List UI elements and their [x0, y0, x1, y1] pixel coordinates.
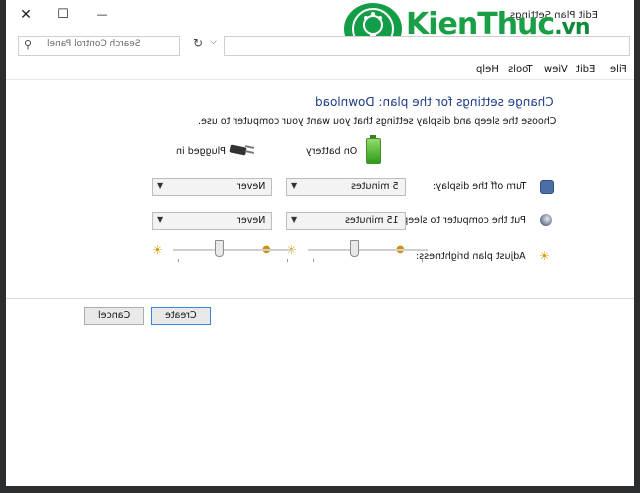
brightness-icon: ☀	[539, 249, 550, 263]
maximize-button[interactable]: ☐	[53, 6, 73, 24]
brightness-battery-thumb[interactable]	[350, 240, 359, 257]
menu-file[interactable]: File	[610, 64, 627, 75]
sleep-plugged-select[interactable]: ▼ Never	[152, 212, 272, 230]
battery-icon	[366, 135, 381, 164]
sleep-battery-value: 15 minutes	[345, 215, 399, 226]
menu-view[interactable]: View	[544, 64, 568, 75]
search-input[interactable]: ⚲ Search Control Panel	[18, 36, 180, 56]
menu-edit[interactable]: Edit	[576, 64, 595, 75]
edit-plan-window: ✕ ☐ — Edit Plan Settings KienThuc.vn ⚲ S…	[6, 0, 634, 486]
menu-tools[interactable]: Tools	[508, 64, 533, 75]
search-placeholder: Search Control Panel	[47, 39, 141, 49]
cancel-button[interactable]: Cancel	[84, 307, 144, 325]
brightness-plugged-thumb[interactable]	[215, 240, 224, 257]
brightness-battery-slider[interactable]	[308, 240, 428, 262]
menu-bar: File Edit View Tools Help	[6, 61, 634, 80]
turn-off-display-label: Turn off the display:	[432, 181, 526, 192]
sleep-plugged-value: Never	[236, 215, 265, 226]
sleep-label: Put the computer to sleep:	[399, 215, 526, 226]
divider	[6, 298, 634, 299]
create-button[interactable]: Create	[151, 307, 211, 325]
display-icon	[540, 180, 554, 194]
close-button[interactable]: ✕	[16, 6, 36, 24]
display-battery-select[interactable]: ▼ 5 minutes	[286, 178, 406, 196]
page-title: Change settings for the plan: Download	[315, 95, 554, 109]
breadcrumb[interactable]	[224, 36, 630, 56]
minimize-button[interactable]: —	[92, 6, 112, 24]
power-plug-icon	[229, 143, 256, 157]
page-subtitle: Choose the sleep and display settings th…	[197, 116, 556, 127]
sleep-battery-select[interactable]: ▼ 15 minutes	[286, 212, 406, 230]
refresh-icon[interactable]: ↻	[190, 36, 206, 54]
bright-brightness-icon-plugged: ☀	[152, 243, 163, 257]
display-plugged-value: Never	[236, 181, 265, 192]
plugged-in-label: Plugged in	[176, 146, 227, 157]
search-icon: ⚲	[24, 38, 33, 51]
display-plugged-select[interactable]: ▼ Never	[152, 178, 272, 196]
chevron-down-icon[interactable]: ⌵	[210, 37, 222, 55]
cancel-button-label: Cancel	[97, 310, 131, 321]
brightness-label: Adjust plan brightness:	[416, 251, 526, 262]
sleep-moon-icon	[540, 214, 552, 226]
menu-help[interactable]: Help	[476, 64, 499, 75]
brightness-plugged-slider[interactable]	[173, 240, 293, 262]
create-button-label: Create	[165, 310, 197, 321]
address-bar: ⚲ Search Control Panel ↻ ⌵	[18, 34, 630, 58]
on-battery-label: On battery	[306, 146, 358, 157]
display-battery-value: 5 minutes	[351, 181, 399, 192]
